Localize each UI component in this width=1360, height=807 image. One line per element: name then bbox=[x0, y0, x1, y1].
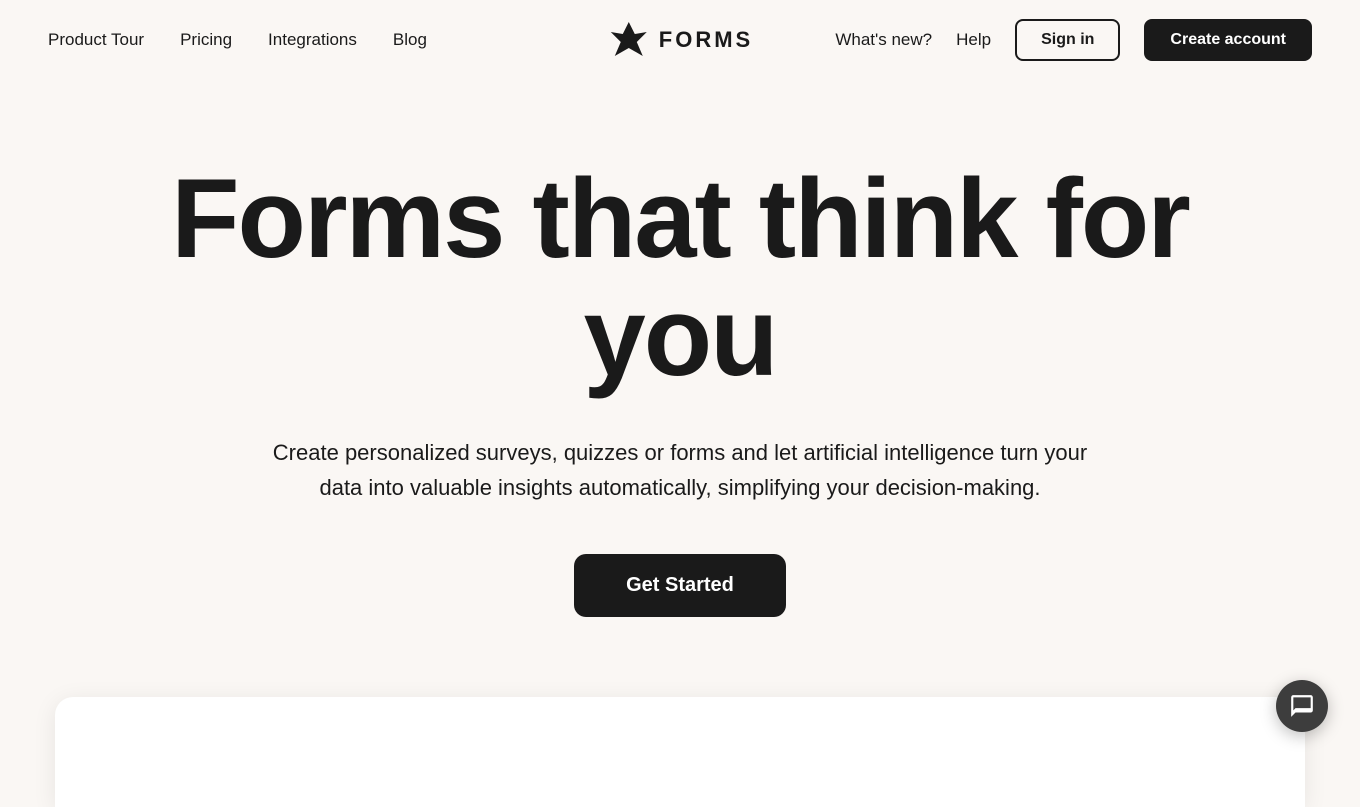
chat-bubble-button[interactable] bbox=[1276, 680, 1328, 732]
help-link[interactable]: Help bbox=[956, 30, 991, 50]
hero-subtitle: Create personalized surveys, quizzes or … bbox=[250, 435, 1110, 505]
nav-link-product-tour[interactable]: Product Tour bbox=[48, 30, 144, 50]
preview-card bbox=[55, 697, 1305, 807]
nav-right: What's new? Help Sign in Create account bbox=[835, 19, 1312, 61]
logo[interactable]: FORMS bbox=[607, 18, 753, 62]
nav-link-integrations[interactable]: Integrations bbox=[268, 30, 357, 50]
main-nav: Product Tour Pricing Integrations Blog FORM… bbox=[0, 0, 1360, 80]
get-started-button[interactable]: Get Started bbox=[574, 554, 786, 617]
logo-text: FORMS bbox=[659, 27, 753, 53]
preview-wrapper bbox=[0, 697, 1360, 807]
signin-button[interactable]: Sign in bbox=[1015, 19, 1120, 61]
hero-title: Forms that think for you bbox=[80, 160, 1280, 395]
logo-icon bbox=[607, 18, 651, 62]
nav-link-blog[interactable]: Blog bbox=[393, 30, 427, 50]
nav-left: Product Tour Pricing Integrations Blog bbox=[48, 30, 427, 50]
whats-new-link[interactable]: What's new? bbox=[835, 30, 932, 50]
chat-icon bbox=[1289, 693, 1315, 719]
nav-link-pricing[interactable]: Pricing bbox=[180, 30, 232, 50]
create-account-button[interactable]: Create account bbox=[1144, 19, 1312, 61]
hero-section: Forms that think for you Create personal… bbox=[0, 80, 1360, 677]
